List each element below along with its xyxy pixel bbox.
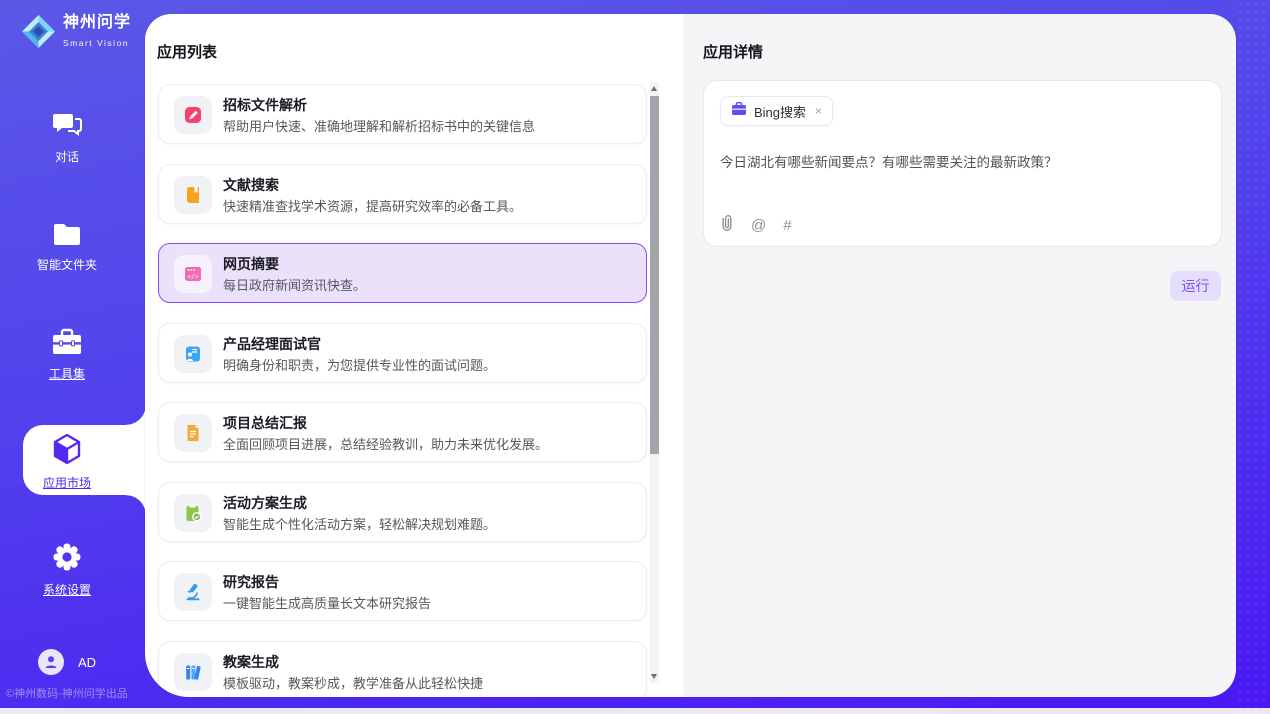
presenter-icon bbox=[174, 335, 212, 373]
close-icon[interactable]: × bbox=[815, 104, 822, 118]
scrollbar-thumb[interactable] bbox=[650, 96, 659, 454]
app-desc: 帮助用户快速、准确地理解和解析招标书中的关键信息 bbox=[223, 116, 535, 135]
user-account[interactable]: AD bbox=[38, 649, 96, 675]
app-desc: 智能生成个性化活动方案，轻松解决规划难题。 bbox=[223, 514, 496, 533]
app-card-list: 招标文件解析 帮助用户快速、准确地理解和解析招标书中的关键信息 文献搜索 快速精… bbox=[158, 84, 647, 697]
app-card-web-summary[interactable]: </> 网页摘要 每日政府新闻资讯快查。 bbox=[158, 243, 647, 303]
sidebar-item-label: 工具集 bbox=[0, 365, 134, 382]
attachment-toolbar: @ # bbox=[720, 214, 792, 237]
gear-icon bbox=[52, 542, 82, 577]
app-name: 产品经理面试官 bbox=[223, 334, 321, 354]
sidebar-item-chat[interactable]: 对话 bbox=[0, 112, 134, 165]
report-document-icon bbox=[174, 414, 212, 452]
avatar bbox=[38, 649, 64, 675]
tab-fillet-top bbox=[126, 405, 146, 425]
sidebar-item-label: 系统设置 bbox=[0, 581, 134, 598]
query-text-input[interactable]: 今日湖北有哪些新闻要点？有哪些需要关注的最新政策？ bbox=[720, 151, 1200, 171]
at-mention-icon[interactable]: @ bbox=[751, 217, 766, 235]
copyright-footer: ©神州数码·神州问学出品 bbox=[6, 685, 145, 701]
sidebar-item-label: 智能文件夹 bbox=[0, 256, 134, 273]
brand-name: 神州问学 bbox=[63, 14, 131, 31]
app-detail-title: 应用详情 bbox=[703, 41, 763, 62]
sidebar-item-settings[interactable]: 系统设置 bbox=[0, 542, 134, 598]
brand-diamond-icon bbox=[20, 13, 57, 55]
hash-tag-icon[interactable]: # bbox=[783, 217, 791, 235]
sidebar: 神州问学 Smart Vision 对话 智能文件夹 bbox=[0, 0, 145, 708]
app-name: 招标文件解析 bbox=[223, 95, 307, 115]
app-detail-panel: 应用详情 Bing搜索 × 今日湖北有哪些新闻要点？有哪些需要关注的最新政策？ bbox=[683, 14, 1236, 697]
tool-tag-label: Bing搜索 bbox=[754, 102, 806, 121]
app-card-literature-search[interactable]: 文献搜索 快速精准查找学术资源，提高研究效率的必备工具。 bbox=[158, 164, 647, 224]
app-name: 活动方案生成 bbox=[223, 493, 307, 513]
app-desc: 快速精准查找学术资源，提高研究效率的必备工具。 bbox=[223, 196, 522, 215]
app-name: 项目总结汇报 bbox=[223, 413, 307, 433]
chat-icon bbox=[52, 112, 82, 144]
brand-logo: 神州问学 Smart Vision bbox=[20, 13, 145, 55]
sidebar-item-toolset[interactable]: 工具集 bbox=[0, 328, 134, 382]
main-content: 应用列表 招标文件解析 帮助用户快速、准确地理解和解析招标书中的关键信息 bbox=[145, 14, 1236, 697]
app-desc: 每日政府新闻资讯快查。 bbox=[223, 275, 366, 294]
sidebar-item-label: 应用市场 bbox=[23, 474, 111, 491]
page-bottom-strip bbox=[0, 708, 1270, 714]
app-name: 文献搜索 bbox=[223, 175, 279, 195]
scroll-down-arrow-icon[interactable] bbox=[651, 674, 657, 679]
app-name: 教案生成 bbox=[223, 652, 279, 672]
sidebar-item-smart-folder[interactable]: 智能文件夹 bbox=[0, 223, 134, 273]
query-editor-card[interactable]: Bing搜索 × 今日湖北有哪些新闻要点？有哪些需要关注的最新政策？ @ # bbox=[703, 80, 1222, 247]
dot-pattern-decoration bbox=[1236, 0, 1270, 708]
app-name: 网页摘要 bbox=[223, 254, 279, 274]
sidebar-item-app-market-active[interactable]: 应用市场 bbox=[23, 425, 146, 495]
app-list-title: 应用列表 bbox=[157, 41, 217, 62]
app-desc: 全面回顾项目进展，总结经验教训，助力未来优化发展。 bbox=[223, 434, 548, 453]
microscope-icon bbox=[174, 573, 212, 611]
paperclip-icon[interactable] bbox=[720, 214, 734, 237]
books-icon bbox=[174, 653, 212, 691]
toolbox-icon bbox=[51, 328, 83, 361]
app-card-research-report[interactable]: 研究报告 一键智能生成高质量长文本研究报告 bbox=[158, 561, 647, 621]
edit-document-icon bbox=[174, 96, 212, 134]
app-card-bid-parse[interactable]: 招标文件解析 帮助用户快速、准确地理解和解析招标书中的关键信息 bbox=[158, 84, 647, 144]
user-name: AD bbox=[78, 655, 96, 670]
run-button[interactable]: 运行 bbox=[1170, 271, 1221, 301]
briefcase-icon bbox=[731, 102, 747, 121]
app-card-project-summary[interactable]: 项目总结汇报 全面回顾项目进展，总结经验教训，助力未来优化发展。 bbox=[158, 402, 647, 462]
tool-tag-bing-search[interactable]: Bing搜索 × bbox=[720, 96, 833, 126]
app-card-pm-interviewer[interactable]: 产品经理面试官 明确身份和职责，为您提供专业性的面试问题。 bbox=[158, 323, 647, 383]
clipboard-check-icon bbox=[174, 494, 212, 532]
book-icon bbox=[174, 176, 212, 214]
folder-icon bbox=[52, 223, 82, 252]
svg-text:</>: </> bbox=[187, 274, 198, 281]
cube-icon bbox=[52, 452, 82, 469]
tab-fillet-bottom bbox=[126, 495, 146, 515]
app-desc: 明确身份和职责，为您提供专业性的面试问题。 bbox=[223, 355, 496, 374]
sidebar-item-label: 对话 bbox=[0, 148, 134, 165]
app-card-event-plan[interactable]: 活动方案生成 智能生成个性化活动方案，轻松解决规划难题。 bbox=[158, 482, 647, 542]
app-name: 研究报告 bbox=[223, 572, 279, 592]
app-desc: 一键智能生成高质量长文本研究报告 bbox=[223, 593, 431, 612]
app-desc: 模板驱动，教案秒成，教学准备从此轻松快捷 bbox=[223, 673, 483, 692]
brand-tagline: Smart Vision bbox=[63, 38, 129, 48]
app-frame: 神州问学 Smart Vision 对话 智能文件夹 bbox=[0, 0, 1270, 708]
app-list-panel: 应用列表 招标文件解析 帮助用户快速、准确地理解和解析招标书中的关键信息 bbox=[145, 14, 683, 697]
scroll-up-arrow-icon[interactable] bbox=[651, 86, 657, 91]
app-card-lesson-plan[interactable]: 教案生成 模板驱动，教案秒成，教学准备从此轻松快捷 bbox=[158, 641, 647, 698]
app-list-scrollbar[interactable] bbox=[650, 82, 659, 683]
browser-code-icon: </> bbox=[174, 255, 212, 293]
